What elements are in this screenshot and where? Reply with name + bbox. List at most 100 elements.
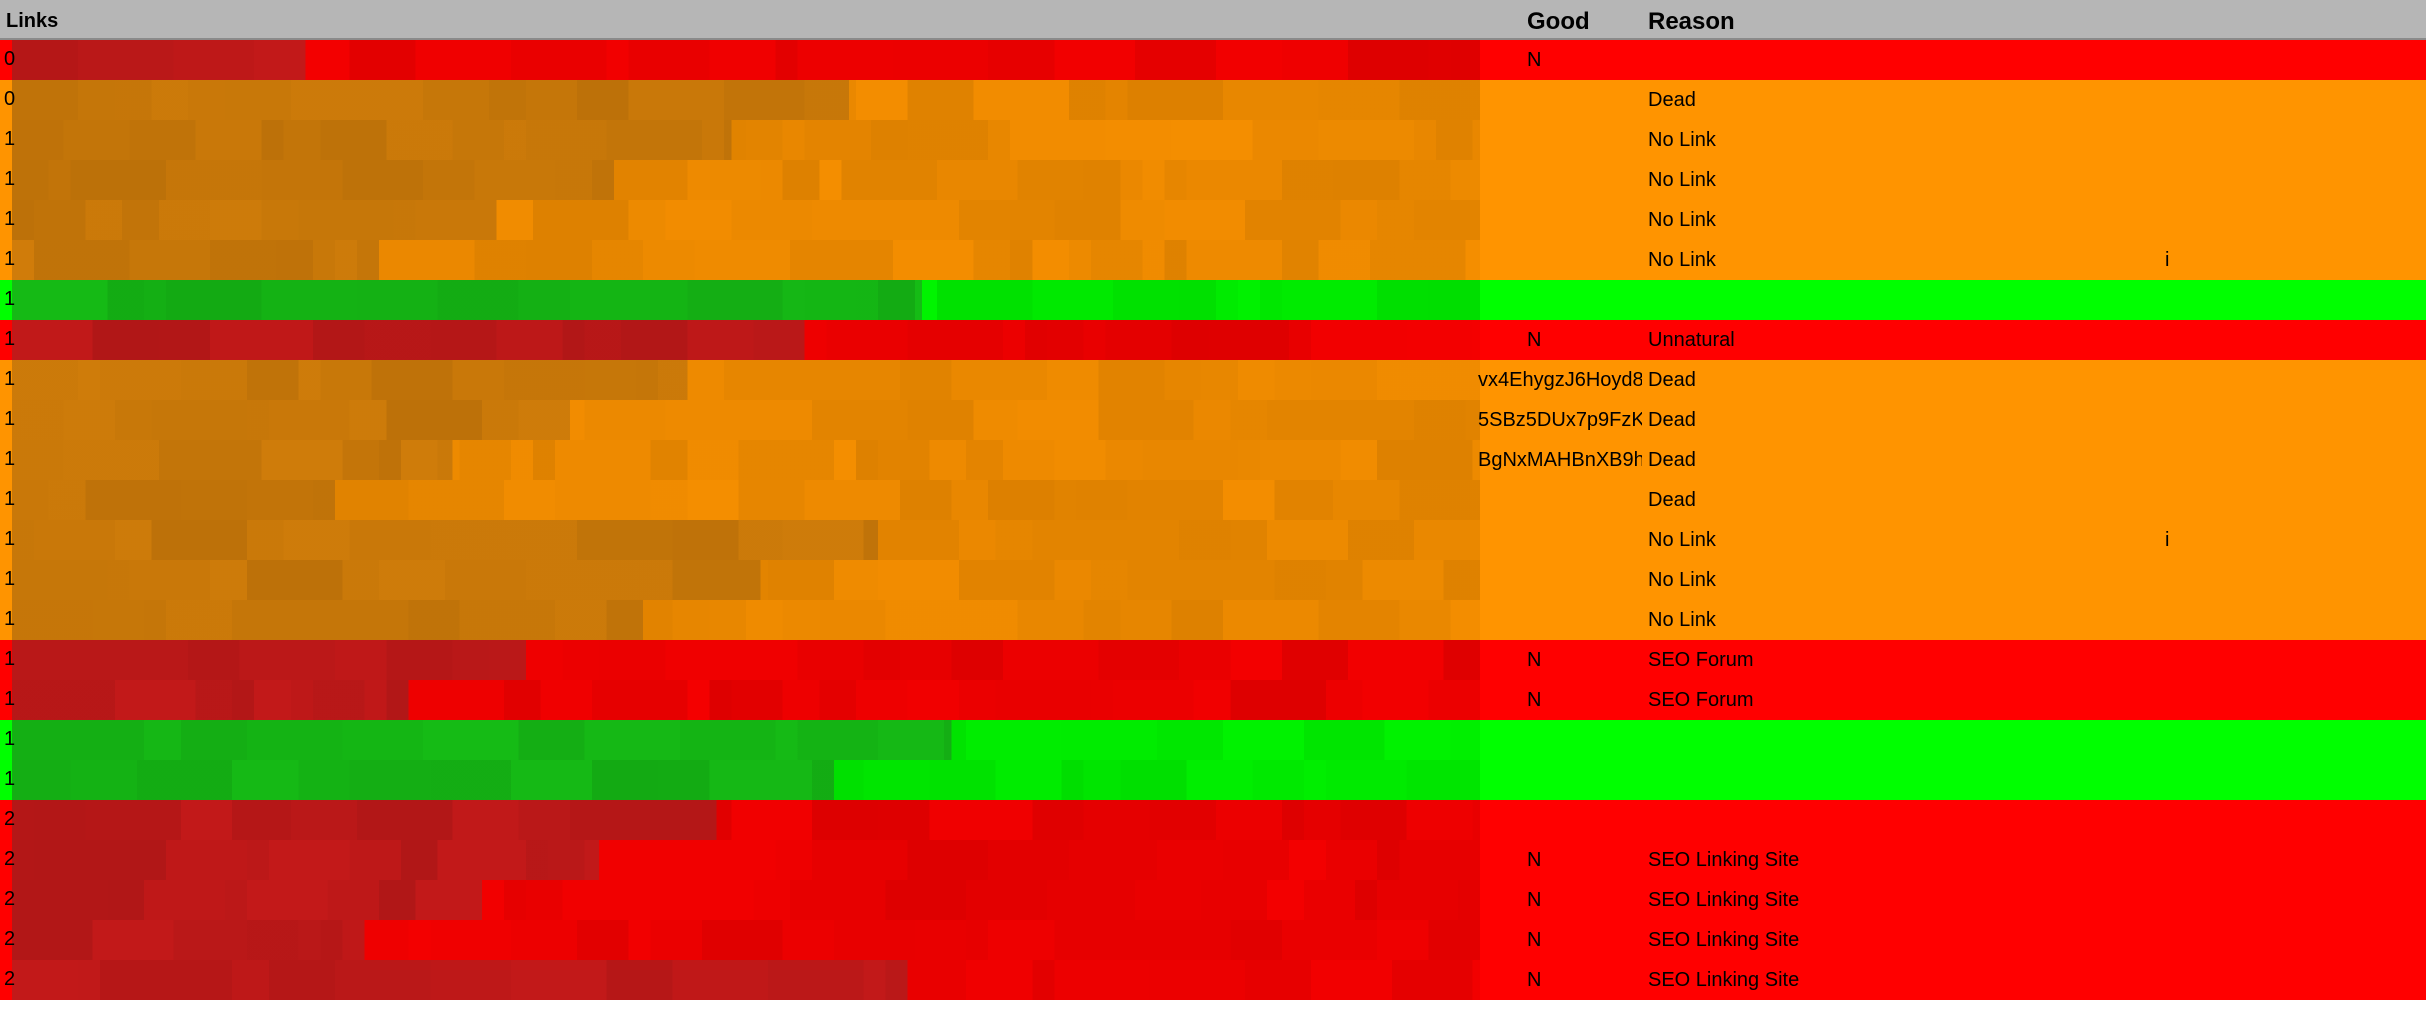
row-number: 0 <box>4 48 16 70</box>
good-cell[interactable]: N <box>1527 649 1541 672</box>
good-cell[interactable]: N <box>1527 889 1541 912</box>
reason-cell[interactable]: Dead <box>1648 449 1696 472</box>
redacted-link-cell[interactable] <box>12 520 1480 560</box>
reason-cell[interactable]: SEO Linking Site <box>1648 929 1799 952</box>
redacted-link-cell[interactable] <box>12 560 1480 600</box>
row-number: 1 <box>4 728 16 750</box>
row-number: 1 <box>4 408 16 430</box>
table-row[interactable]: 2 N SEO Linking Site <box>0 880 2426 920</box>
redacted-link-cell[interactable] <box>12 960 1480 1000</box>
row-number: 1 <box>4 248 16 270</box>
table-row[interactable]: 1 No Link <box>0 560 2426 600</box>
extra-cell[interactable]: i <box>2165 249 2169 272</box>
table-row[interactable]: 1 No Link i <box>0 240 2426 280</box>
spreadsheet: Links Good Reason 0 N 0 Dead 1 No Link 1 No Lin… <box>0 0 2426 1014</box>
reason-cell[interactable]: Dead <box>1648 489 1696 512</box>
row-number: 1 <box>4 688 16 710</box>
table-row[interactable]: 1 No Link <box>0 200 2426 240</box>
table-row[interactable]: 1 No Link i <box>0 520 2426 560</box>
table-row[interactable]: 1 BgNxMAHBnXB9h Dead <box>0 440 2426 480</box>
table-row[interactable]: 1 5SBz5DUx7p9FzKs Dead <box>0 400 2426 440</box>
table-row[interactable]: 0 Dead <box>0 80 2426 120</box>
redacted-link-cell[interactable] <box>12 840 1480 880</box>
table-row[interactable]: 1 No Link <box>0 600 2426 640</box>
redacted-link-cell[interactable] <box>12 200 1480 240</box>
links-column-header[interactable]: Links <box>6 10 58 33</box>
reason-cell[interactable]: SEO Linking Site <box>1648 849 1799 872</box>
good-cell[interactable]: N <box>1527 329 1541 352</box>
extra-cell[interactable]: i <box>2165 529 2169 552</box>
link-text-overflow: 5SBz5DUx7p9FzKs <box>1478 409 1642 431</box>
row-number: 1 <box>4 288 16 310</box>
row-number: 1 <box>4 608 16 630</box>
row-number: 1 <box>4 648 16 670</box>
table-row[interactable]: 2 N SEO Linking Site <box>0 960 2426 1000</box>
redacted-link-cell[interactable] <box>12 240 1480 280</box>
good-cell[interactable]: N <box>1527 929 1541 952</box>
redacted-link-cell[interactable] <box>12 680 1480 720</box>
reason-cell[interactable]: No Link <box>1648 169 1716 192</box>
redacted-link-cell[interactable] <box>12 400 1480 440</box>
reason-cell[interactable]: Dead <box>1648 369 1696 392</box>
table-row[interactable]: 1 <box>0 280 2426 320</box>
reason-cell[interactable]: No Link <box>1648 129 1716 152</box>
reason-cell[interactable]: No Link <box>1648 569 1716 592</box>
redacted-link-cell[interactable] <box>12 440 1480 480</box>
table-row[interactable]: 2 <box>0 800 2426 840</box>
row-number: 2 <box>4 968 16 990</box>
table-row[interactable]: 0N <box>0 40 2426 80</box>
reason-cell[interactable]: SEO Forum <box>1648 649 1754 672</box>
row-number: 1 <box>4 568 16 590</box>
redacted-link-cell[interactable] <box>12 800 1480 840</box>
row-number: 2 <box>4 848 16 870</box>
redacted-link-cell[interactable] <box>12 760 1480 800</box>
redacted-link-cell[interactable] <box>12 80 1480 120</box>
redacted-link-cell[interactable] <box>12 480 1480 520</box>
redacted-link-cell[interactable] <box>12 720 1480 760</box>
reason-cell[interactable]: SEO Linking Site <box>1648 969 1799 992</box>
table-row[interactable]: 1 vx4EhygzJ6Hoyd8Z Dead <box>0 360 2426 400</box>
good-cell[interactable]: N <box>1527 49 1541 72</box>
redacted-link-cell[interactable] <box>12 120 1480 160</box>
reason-cell[interactable]: Unnatural <box>1648 329 1735 352</box>
reason-cell[interactable]: SEO Forum <box>1648 689 1754 712</box>
table-row[interactable]: 1 <box>0 720 2426 760</box>
redacted-link-cell[interactable] <box>12 40 1480 80</box>
redacted-link-cell[interactable] <box>12 280 1480 320</box>
table-row[interactable]: 1 N Unnatural <box>0 320 2426 360</box>
redacted-link-cell[interactable] <box>12 640 1480 680</box>
redacted-link-cell[interactable] <box>12 880 1480 920</box>
redacted-link-cell[interactable] <box>12 320 1480 360</box>
reason-cell[interactable]: SEO Linking Site <box>1648 889 1799 912</box>
redacted-link-cell[interactable] <box>12 360 1480 400</box>
good-cell[interactable]: N <box>1527 849 1541 872</box>
reason-cell[interactable]: No Link <box>1648 609 1716 632</box>
row-number: 2 <box>4 808 16 830</box>
reason-cell[interactable]: Dead <box>1648 409 1696 432</box>
table-row[interactable]: 1 Dead <box>0 480 2426 520</box>
table-row[interactable]: 2 N SEO Linking Site <box>0 840 2426 880</box>
redacted-link-cell[interactable] <box>12 160 1480 200</box>
good-column-header[interactable]: Good <box>1527 8 1590 36</box>
row-number: 1 <box>4 448 16 470</box>
row-number: 2 <box>4 888 16 910</box>
row-number: 1 <box>4 768 16 790</box>
table-row[interactable]: 1 <box>0 760 2426 800</box>
reason-column-header[interactable]: Reason <box>1648 8 1735 36</box>
redacted-link-cell[interactable] <box>12 920 1480 960</box>
table-row[interactable]: 1 N SEO Forum <box>0 640 2426 680</box>
row-number: 0 <box>4 88 16 110</box>
reason-cell[interactable]: No Link <box>1648 529 1716 552</box>
row-number: 1 <box>4 168 16 190</box>
good-cell[interactable]: N <box>1527 969 1541 992</box>
redacted-link-cell[interactable] <box>12 600 1480 640</box>
good-cell[interactable]: N <box>1527 689 1541 712</box>
reason-cell[interactable]: No Link <box>1648 249 1716 272</box>
table-row[interactable]: 1 N SEO Forum <box>0 680 2426 720</box>
table-row[interactable]: 1 No Link <box>0 160 2426 200</box>
reason-cell[interactable]: Dead <box>1648 89 1696 112</box>
table-row[interactable]: 2 N SEO Linking Site <box>0 920 2426 960</box>
reason-cell[interactable]: No Link <box>1648 209 1716 232</box>
link-text-overflow: vx4EhygzJ6Hoyd8Z <box>1478 369 1642 391</box>
table-row[interactable]: 1 No Link <box>0 120 2426 160</box>
